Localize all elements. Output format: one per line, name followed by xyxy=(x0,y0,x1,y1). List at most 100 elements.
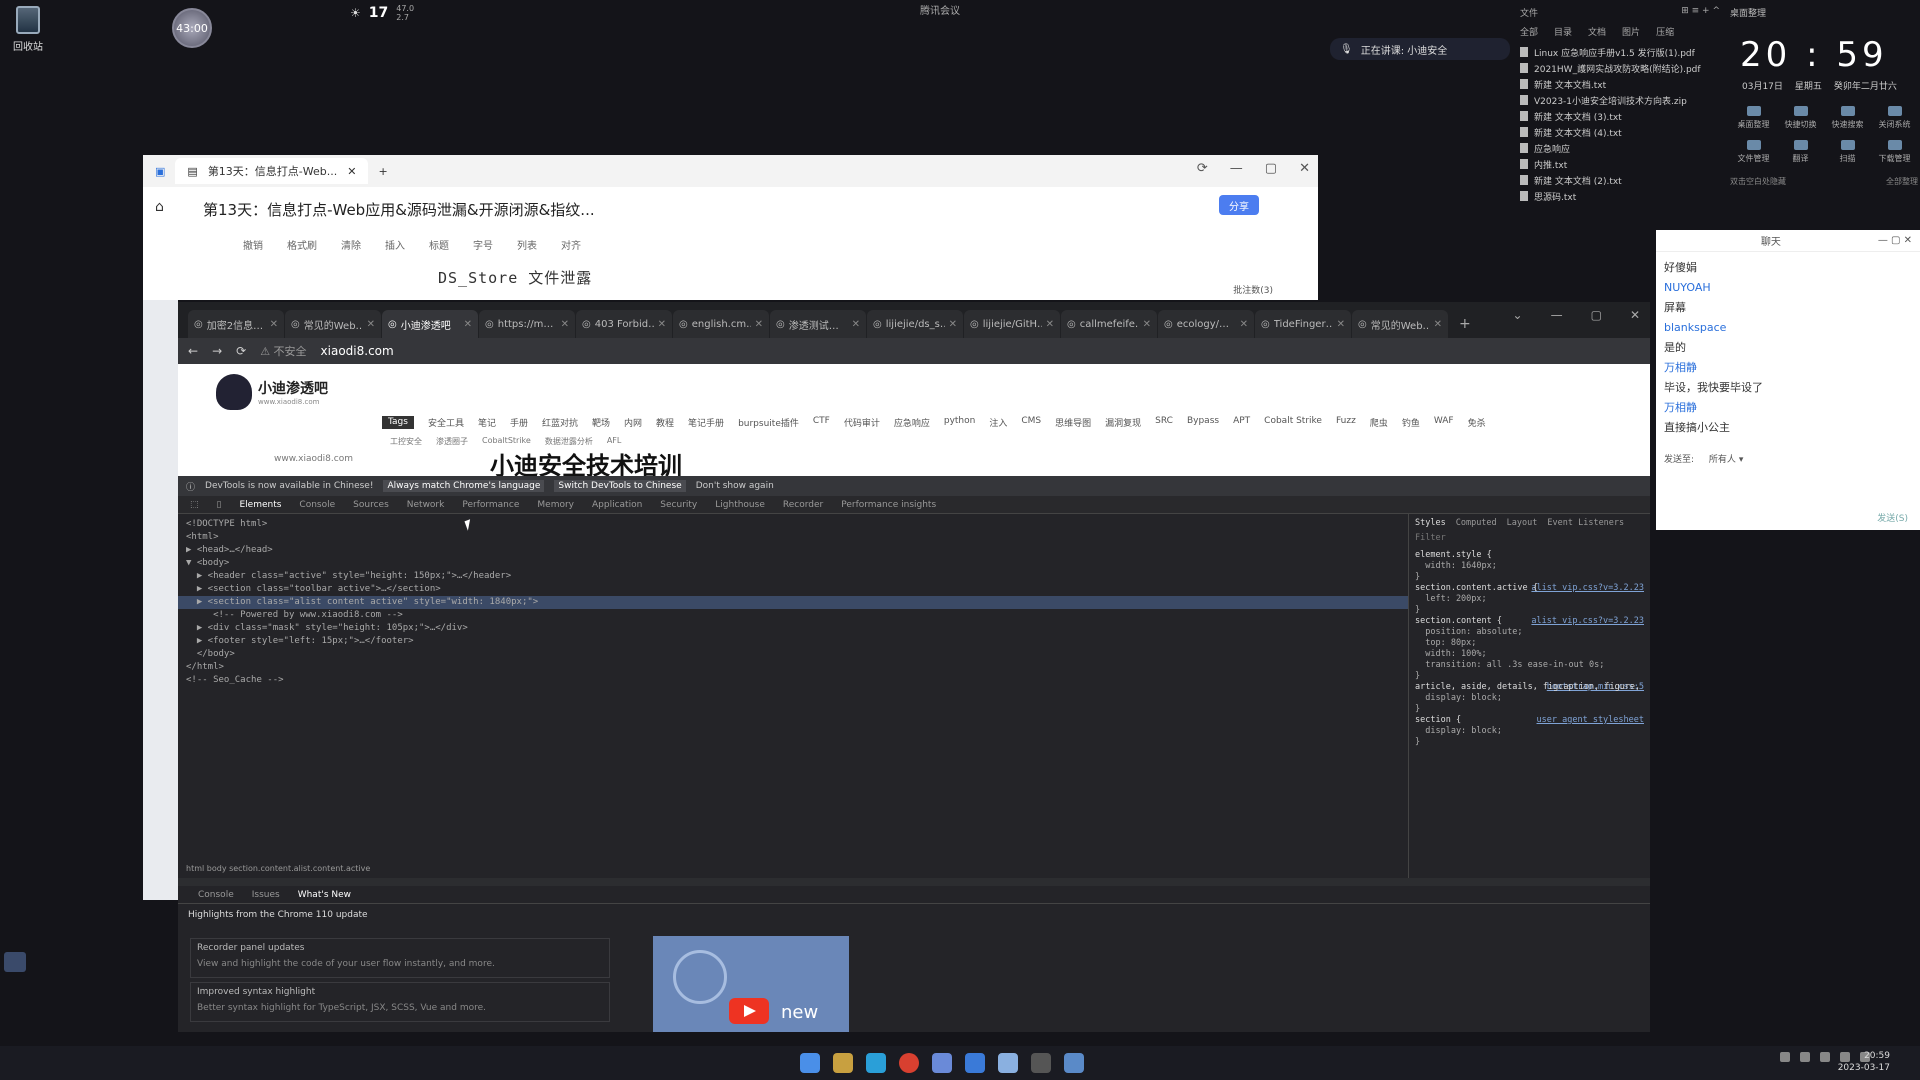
side-dock-icon[interactable] xyxy=(4,952,26,972)
close-tab-icon[interactable]: ✕ xyxy=(949,319,957,330)
devtools-tab[interactable]: Memory xyxy=(537,500,574,510)
chat-window-controls[interactable]: — ▢ ✕ xyxy=(1878,235,1912,246)
site-nav-item[interactable]: burpsuite插件 xyxy=(738,416,799,429)
site-nav-item[interactable]: CTF xyxy=(813,416,830,429)
device-toggle-icon[interactable]: ▯ xyxy=(217,500,222,510)
close-icon[interactable]: ✕ xyxy=(347,165,356,178)
close-tab-icon[interactable]: ✕ xyxy=(658,319,666,330)
file-item[interactable]: 新建 文本文档 (4).txt xyxy=(1520,124,1720,140)
site-nav-secondary-item[interactable]: 工控安全 xyxy=(390,436,422,447)
site-nav-item[interactable]: 靶场 xyxy=(592,416,610,429)
browser-tab[interactable]: ◎ 常见的Web… ✕ xyxy=(1352,310,1448,338)
close-tab-icon[interactable]: ✕ xyxy=(1337,319,1345,330)
notes-app-icon[interactable] xyxy=(932,1053,952,1073)
notepad-icon[interactable] xyxy=(1064,1053,1084,1073)
site-nav-item[interactable]: 免杀 xyxy=(1468,416,1486,429)
forward-icon[interactable]: → xyxy=(212,344,222,358)
presenting-bar[interactable]: 🎙 正在讲课: 小迪安全 xyxy=(1330,38,1510,60)
file-item[interactable]: 思源码.txt xyxy=(1520,188,1720,204)
site-nav-item[interactable]: 教程 xyxy=(656,416,674,429)
close-tab-icon[interactable]: ✕ xyxy=(1434,319,1442,330)
file-item[interactable]: 内推.txt xyxy=(1520,156,1720,172)
dom-node[interactable]: ▶ <section class="alist content active" … xyxy=(178,596,1408,609)
browser-tab[interactable]: ◎ 小迪渗透吧 ✕ xyxy=(382,310,478,338)
devtools-tab[interactable]: Recorder xyxy=(783,500,823,510)
drawer-tab[interactable]: What's New xyxy=(298,890,351,900)
switch-chinese-button[interactable]: Switch DevTools to Chinese xyxy=(554,480,686,492)
home-icon[interactable]: ⌂ xyxy=(155,199,164,215)
styles-filter[interactable]: Filter xyxy=(1415,533,1644,544)
match-language-button[interactable]: Always match Chrome's language xyxy=(383,480,545,492)
minimize-icon[interactable]: — xyxy=(1551,308,1563,322)
style-source-link[interactable]: user agent stylesheet xyxy=(1537,715,1644,726)
file-panel-tab[interactable]: 压缩 xyxy=(1656,25,1674,38)
whats-new-video[interactable]: new xyxy=(653,936,849,1032)
site-nav-item[interactable]: Cobalt Strike xyxy=(1264,416,1322,429)
site-nav-item[interactable]: WAF xyxy=(1434,416,1454,429)
site-nav-item[interactable]: Tags xyxy=(382,416,414,429)
dom-node[interactable]: ▼ <body> xyxy=(186,557,1400,570)
site-nav-item[interactable]: APT xyxy=(1233,416,1250,429)
style-source-link[interactable]: alist_vip.css?v=3.2.23 xyxy=(1531,616,1644,627)
timer-widget[interactable]: 43:00 xyxy=(172,8,212,48)
chat-app-icon[interactable] xyxy=(998,1053,1018,1073)
style-source-link[interactable]: alist_vip.css?v=3.2.23 xyxy=(1531,583,1644,594)
browser-tab[interactable]: ◎ callmefeife… ✕ xyxy=(1061,310,1157,338)
toolbar-item[interactable]: 撤销 xyxy=(243,237,263,252)
browser-tab[interactable]: ◎ 渗透测试… ✕ xyxy=(770,310,866,338)
styles-tab[interactable]: Computed xyxy=(1456,518,1497,529)
devtools-tab[interactable]: Performance insights xyxy=(841,500,936,510)
devtools-tab[interactable]: Elements xyxy=(239,500,281,510)
tab-search-icon[interactable]: ⌄ xyxy=(1513,308,1523,322)
devtools-tab[interactable]: Sources xyxy=(353,500,389,510)
site-nav-item[interactable]: 内网 xyxy=(624,416,642,429)
close-icon[interactable]: ✕ xyxy=(1630,308,1640,322)
dom-node[interactable]: <!-- Powered by www.xiaodi8.com --> xyxy=(186,609,1400,622)
close-tab-icon[interactable]: ✕ xyxy=(367,319,375,330)
toolbar-item[interactable]: 列表 xyxy=(517,237,537,252)
site-nav-item[interactable]: Fuzz xyxy=(1336,416,1356,429)
terminal-icon[interactable] xyxy=(1031,1053,1051,1073)
close-window-icon[interactable]: ✕ xyxy=(1299,161,1310,176)
chrome-icon[interactable] xyxy=(899,1053,919,1073)
meeting-indicator[interactable]: 腾讯会议 xyxy=(920,2,960,17)
browser-tab[interactable]: ◎ ecology/… ✕ xyxy=(1158,310,1254,338)
dont-show-link[interactable]: Don't show again xyxy=(696,481,774,491)
file-item[interactable]: V2023-1小迪安全培训技术方向表.zip xyxy=(1520,92,1720,108)
browser-tab[interactable]: ◎ english.cm… ✕ xyxy=(673,310,769,338)
toolbar-item[interactable]: 对齐 xyxy=(561,237,581,252)
file-item[interactable]: 新建 文本文档 (2).txt xyxy=(1520,172,1720,188)
tray-icon-1[interactable] xyxy=(1780,1052,1790,1062)
toolbar-item[interactable]: 插入 xyxy=(385,237,405,252)
back-icon[interactable]: ← xyxy=(188,344,198,358)
browser-tab[interactable]: ◎ https://m… ✕ xyxy=(479,310,575,338)
browser-edge-icon[interactable] xyxy=(866,1053,886,1073)
site-nav-item[interactable]: 手册 xyxy=(510,416,528,429)
toolbar-item[interactable]: 字号 xyxy=(473,237,493,252)
browser-tab[interactable]: ◎ TideFinger… ✕ xyxy=(1255,310,1351,338)
close-tab-icon[interactable]: ✕ xyxy=(561,319,569,330)
site-nav-item[interactable]: python xyxy=(944,416,975,429)
site-nav-item[interactable]: Bypass xyxy=(1187,416,1219,429)
site-nav-item[interactable]: 思维导图 xyxy=(1055,416,1091,429)
dom-node[interactable]: </body> xyxy=(186,648,1400,661)
site-nav-item[interactable]: SRC xyxy=(1155,416,1173,429)
play-icon[interactable] xyxy=(729,998,769,1024)
send-button[interactable]: 发送(S) xyxy=(1877,511,1908,524)
send-to-row[interactable]: 发送至: 所有人 ▾ xyxy=(1664,452,1743,465)
browser-tab[interactable]: ◎ 常见的Web… ✕ xyxy=(285,310,381,338)
dom-node[interactable]: ▶ <header class="active" style="height: … xyxy=(186,570,1400,583)
share-button[interactable]: 分享 xyxy=(1219,195,1259,215)
styles-tab[interactable]: Styles xyxy=(1415,518,1446,529)
quick-action[interactable]: 关闭系统 xyxy=(1871,106,1918,130)
maximize-icon[interactable]: ▢ xyxy=(1265,161,1277,176)
dom-node[interactable]: ▶ <section class="toolbar active">…</sec… xyxy=(186,583,1400,596)
insecure-warning[interactable]: ⚠ 不安全 xyxy=(260,343,306,359)
site-nav-item[interactable]: 注入 xyxy=(989,416,1007,429)
taskbar-clock[interactable]: 20:59 2023-03-17 xyxy=(1838,1050,1890,1074)
dom-node[interactable]: ▶ <footer style="left: 15px;">…</footer> xyxy=(186,635,1400,648)
close-tab-icon[interactable]: ✕ xyxy=(1143,319,1151,330)
devtools-tab[interactable]: Security xyxy=(660,500,697,510)
site-nav-item[interactable]: 漏洞复现 xyxy=(1105,416,1141,429)
browser-tab[interactable]: ◎ lijiejie/ds_s… ✕ xyxy=(867,310,963,338)
